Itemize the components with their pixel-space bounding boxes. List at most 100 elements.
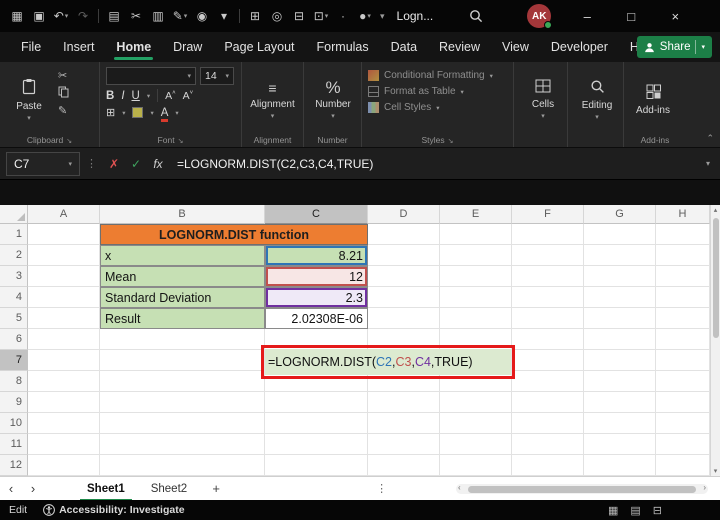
sheet-tab-sheet1[interactable]: Sheet1: [74, 477, 138, 501]
cell-D10[interactable]: [368, 413, 440, 434]
alignment-button[interactable]: ≡ Alignment ▾: [248, 67, 297, 132]
insert-function-button[interactable]: fx: [147, 152, 169, 176]
add-sheet-button[interactable]: +: [206, 479, 226, 499]
cell-C3[interactable]: 12: [265, 266, 368, 287]
column-header-F[interactable]: F: [512, 205, 584, 224]
name-box[interactable]: C7 ▾: [6, 152, 80, 176]
cell-A4[interactable]: [28, 287, 100, 308]
cell-A9[interactable]: [28, 392, 100, 413]
row-header-7[interactable]: 7: [0, 350, 28, 371]
row-header-11[interactable]: 11: [0, 434, 28, 455]
row-header-6[interactable]: 6: [0, 329, 28, 350]
formula-input[interactable]: =LOGNORM.DIST(C2,C3,C4,TRUE): [177, 152, 696, 176]
cell-H4[interactable]: [656, 287, 710, 308]
app-launcher-icon[interactable]: ▦: [6, 5, 28, 27]
dialog-launcher-icon[interactable]: ↘: [448, 138, 454, 145]
cell-G4[interactable]: [584, 287, 656, 308]
fill-color-icon[interactable]: [132, 107, 143, 118]
close-button[interactable]: ×: [653, 0, 697, 32]
enter-button[interactable]: ✓: [125, 152, 147, 176]
cell-F9[interactable]: [512, 392, 584, 413]
cell-D11[interactable]: [368, 434, 440, 455]
column-header-D[interactable]: D: [368, 205, 440, 224]
cell-H3[interactable]: [656, 266, 710, 287]
accessibility-status[interactable]: Accessibility: Investigate: [43, 504, 184, 516]
number-button[interactable]: % Number ▾: [310, 67, 356, 132]
format-as-table-button[interactable]: Format as Table ▾: [368, 86, 493, 97]
sheet-tab-sheet2[interactable]: Sheet2: [138, 477, 200, 501]
cell-A5[interactable]: [28, 308, 100, 329]
ribbon-tab-developer[interactable]: Developer: [540, 32, 619, 62]
ribbon-tab-formulas[interactable]: Formulas: [306, 32, 380, 62]
column-header-H[interactable]: H: [656, 205, 710, 224]
cell-E3[interactable]: [440, 266, 512, 287]
grow-font-button[interactable]: A˄: [165, 90, 176, 102]
cell-B11[interactable]: [100, 434, 265, 455]
cell-A11[interactable]: [28, 434, 100, 455]
ribbon-tab-home[interactable]: Home: [105, 32, 162, 62]
cell-G11[interactable]: [584, 434, 656, 455]
row-header-4[interactable]: 4: [0, 287, 28, 308]
cell-H1[interactable]: [656, 224, 710, 245]
cell-B5[interactable]: Result: [100, 308, 265, 329]
cell-H8[interactable]: [656, 371, 710, 392]
cell-A6[interactable]: [28, 329, 100, 350]
cell-E5[interactable]: [440, 308, 512, 329]
cell-G6[interactable]: [584, 329, 656, 350]
row-header-5[interactable]: 5: [0, 308, 28, 329]
scroll-up-icon[interactable]: ▴: [711, 206, 720, 214]
cell-C11[interactable]: [265, 434, 368, 455]
cell-E1[interactable]: [440, 224, 512, 245]
row-header-1[interactable]: 1: [0, 224, 28, 245]
maximize-button[interactable]: □: [609, 0, 653, 32]
chevron-down-icon[interactable]: ▾: [175, 109, 178, 117]
cell-D2[interactable]: [368, 245, 440, 266]
calculator-icon[interactable]: ⊟: [288, 5, 310, 27]
cell-D5[interactable]: [368, 308, 440, 329]
record-icon[interactable]: ●▾: [354, 5, 376, 27]
vertical-scroll-thumb[interactable]: [713, 218, 719, 338]
ribbon-tab-page-layout[interactable]: Page Layout: [213, 32, 305, 62]
cell-H7[interactable]: [656, 350, 710, 371]
cell-D3[interactable]: [368, 266, 440, 287]
cell-F11[interactable]: [512, 434, 584, 455]
select-all-corner[interactable]: [0, 205, 28, 224]
search-icon[interactable]: [465, 5, 487, 27]
row-header-8[interactable]: 8: [0, 371, 28, 392]
cell-B12[interactable]: [100, 455, 265, 476]
cell-B2[interactable]: x: [100, 245, 265, 266]
cell-G2[interactable]: [584, 245, 656, 266]
cell-A1[interactable]: [28, 224, 100, 245]
expand-formula-bar-icon[interactable]: ▾: [696, 159, 720, 168]
save-icon[interactable]: ▣: [28, 5, 50, 27]
camera-icon[interactable]: ◎: [266, 5, 288, 27]
font-name-combobox[interactable]: ▾: [106, 67, 196, 85]
cut-icon[interactable]: ✂: [125, 5, 147, 27]
conditional-formatting-button[interactable]: Conditional Formatting ▾: [368, 70, 493, 81]
underline-button[interactable]: U: [132, 90, 140, 102]
cell-B9[interactable]: [100, 392, 265, 413]
cell-C10[interactable]: [265, 413, 368, 434]
cell-D1[interactable]: [368, 224, 440, 245]
cell-F3[interactable]: [512, 266, 584, 287]
cell-styles-button[interactable]: Cell Styles ▾: [368, 102, 493, 113]
cell-A2[interactable]: [28, 245, 100, 266]
cell-A7[interactable]: [28, 350, 100, 371]
qat-more-icon[interactable]: ▾: [213, 5, 235, 27]
chevron-down-icon[interactable]: ▾: [701, 43, 705, 51]
cell-A12[interactable]: [28, 455, 100, 476]
cell-G5[interactable]: [584, 308, 656, 329]
cell-H10[interactable]: [656, 413, 710, 434]
cut-icon[interactable]: ✂: [58, 70, 69, 82]
italic-button[interactable]: I: [121, 90, 124, 102]
cell-E12[interactable]: [440, 455, 512, 476]
cell-E9[interactable]: [440, 392, 512, 413]
cell-G1[interactable]: [584, 224, 656, 245]
cell-D12[interactable]: [368, 455, 440, 476]
copy-icon[interactable]: [58, 86, 69, 101]
shrink-font-button[interactable]: A˅: [183, 90, 194, 102]
scroll-left-icon[interactable]: ‹: [458, 483, 461, 492]
row-header-12[interactable]: 12: [0, 455, 28, 476]
borders-button[interactable]: ⊞: [106, 106, 115, 119]
cell-F2[interactable]: [512, 245, 584, 266]
